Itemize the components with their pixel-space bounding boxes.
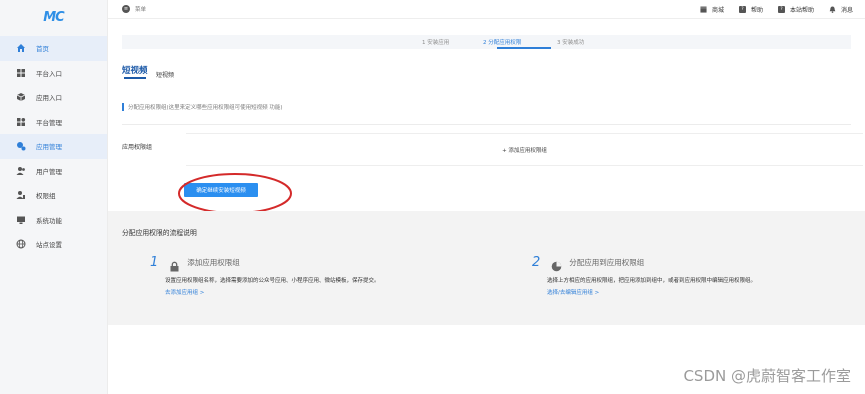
app-root: MC 首页 平台入口 应用入口 平台管理 应用管理 用户管理 权限组 系统功能 …	[0, 0, 865, 394]
sidebar-item-system[interactable]: 系统功能	[0, 208, 107, 233]
top-link-messages[interactable]: 消息	[829, 5, 853, 14]
cube-icon	[16, 92, 26, 102]
app-logo-text: 短视频	[122, 66, 148, 76]
app-name: 短视频	[156, 71, 175, 79]
flow-step-desc: 选择上方相应的应用权限组，把应用添加到组中，或者到应用权限中编辑应用权限组。	[547, 278, 757, 284]
app-logo-underline	[124, 77, 146, 79]
top-link-help[interactable]: ? 帮助	[738, 5, 763, 14]
sidebar-nav: 首页 平台入口 应用入口 平台管理 应用管理 用户管理 权限组 系统功能 站点设…	[0, 36, 107, 257]
brand-logo[interactable]: MC	[0, 0, 107, 34]
sidebar-item-label: 应用管理	[36, 143, 62, 152]
sidebar-item-user-manage[interactable]: 用户管理	[0, 159, 107, 184]
menu-icon: ≡	[122, 5, 130, 13]
sidebar-item-site-settings[interactable]: 站点设置	[0, 232, 107, 257]
step-assign-permission: 2 分配应用权限	[483, 40, 522, 46]
sidebar-item-app-entry[interactable]: 应用入口	[0, 85, 107, 110]
monitor-icon	[16, 215, 26, 225]
sidebar: MC 首页 平台入口 应用入口 平台管理 应用管理 用户管理 权限组 系统功能 …	[0, 0, 108, 394]
lock-icon	[169, 257, 180, 272]
permission-hint: 分配应用权限组(这里来定义哪些应用权限组可使用短视频 功能)	[122, 103, 283, 111]
top-link-label: 商城	[711, 7, 724, 14]
bell-icon	[829, 6, 836, 13]
active-step-indicator	[497, 47, 551, 49]
store-icon	[700, 6, 707, 13]
user-key-icon	[16, 190, 26, 200]
flow-step-title: 添加应用权限组	[187, 258, 240, 267]
top-link-label: 本站帮助	[789, 7, 814, 14]
grid-icon	[16, 68, 26, 78]
home-icon	[16, 43, 26, 53]
menu-label: 菜单	[135, 7, 147, 13]
site-help-icon: ?	[777, 6, 785, 13]
help-icon: ?	[738, 6, 746, 13]
top-link-label: 消息	[840, 7, 853, 14]
add-perm-group-button[interactable]: + 添加应用权限组	[186, 133, 863, 166]
menu-toggle[interactable]: ≡ 菜单	[122, 5, 146, 13]
sidebar-item-label: 权限组	[36, 192, 56, 201]
pie-icon	[551, 257, 562, 272]
sidebar-item-platform-manage[interactable]: 平台管理	[0, 110, 107, 135]
sidebar-item-label: 首页	[36, 45, 49, 54]
perm-group-label: 应用权限组	[122, 144, 153, 151]
sidebar-item-label: 平台入口	[36, 69, 62, 78]
step-install-success: 3 安装成功	[557, 40, 585, 46]
app-logo: 短视频	[122, 65, 148, 83]
app-info: 短视频 短视频	[122, 65, 174, 83]
install-steps: 1 安装应用 2 分配应用权限 3 安装成功	[122, 35, 851, 49]
flow-step-1: 1 添加应用权限组 设置应用权限组名称，选择需要添加的公众号应用、小程序应用、微…	[150, 255, 380, 296]
sidebar-item-perm-group[interactable]: 权限组	[0, 183, 107, 208]
watermark: CSDN @虎蔚智客工作室	[683, 367, 851, 385]
edit-app-group-link[interactable]: 选择/去编辑应用组 >	[547, 288, 756, 296]
sidebar-item-label: 应用入口	[36, 94, 62, 103]
top-links: 商城 ? 帮助 ? 本站帮助 消息	[685, 0, 853, 19]
main-content: 1 安装应用 2 分配应用权限 3 安装成功 短视频 短视频 分配应用权限组(这…	[108, 19, 865, 394]
flow-step-2: 2 分配应用到应用权限组 选择上方相应的应用权限组，把应用添加到组中，或者到应用…	[532, 255, 756, 296]
topbar: ≡ 菜单 商城 ? 帮助 ? 本站帮助 消息	[108, 0, 865, 19]
sidebar-item-label: 平台管理	[36, 118, 62, 127]
apps-gear-icon	[16, 141, 26, 151]
sidebar-item-label: 用户管理	[36, 167, 62, 176]
flow-step-desc: 设置应用权限组名称，选择需要添加的公众号应用、小程序应用、微站模板，保存提交。	[165, 278, 380, 284]
sidebar-item-label: 站点设置	[36, 241, 62, 250]
hint-marker	[122, 103, 124, 111]
section-divider	[122, 124, 851, 125]
flow-step-number: 2	[532, 255, 541, 270]
flow-title: 分配应用权限的流程说明	[122, 229, 197, 237]
top-link-store[interactable]: 商城	[700, 5, 724, 14]
globe-icon	[16, 239, 26, 249]
sidebar-item-platform-entry[interactable]: 平台入口	[0, 61, 107, 86]
top-link-site-help[interactable]: ? 本站帮助	[777, 5, 814, 14]
sidebar-item-label: 系统功能	[36, 216, 62, 225]
flow-explanation: 分配应用权限的流程说明 1 添加应用权限组 设置应用权限组名称，选择需要添加的公…	[108, 211, 865, 325]
flow-step-title: 分配应用到应用权限组	[569, 258, 645, 267]
add-app-group-link[interactable]: 去添加应用组 >	[165, 288, 380, 296]
confirm-install-button[interactable]: 确定继续安装短视频	[184, 183, 258, 197]
users-icon	[16, 166, 26, 176]
top-link-label: 帮助	[750, 7, 763, 14]
step-install-app: 1 安装应用	[422, 40, 450, 46]
flow-step-number: 1	[150, 255, 159, 270]
apps-icon	[16, 117, 26, 127]
sidebar-item-app-manage[interactable]: 应用管理	[0, 134, 107, 159]
hint-text: 分配应用权限组(这里来定义哪些应用权限组可使用短视频 功能)	[128, 105, 283, 111]
sidebar-item-home[interactable]: 首页	[0, 36, 107, 61]
